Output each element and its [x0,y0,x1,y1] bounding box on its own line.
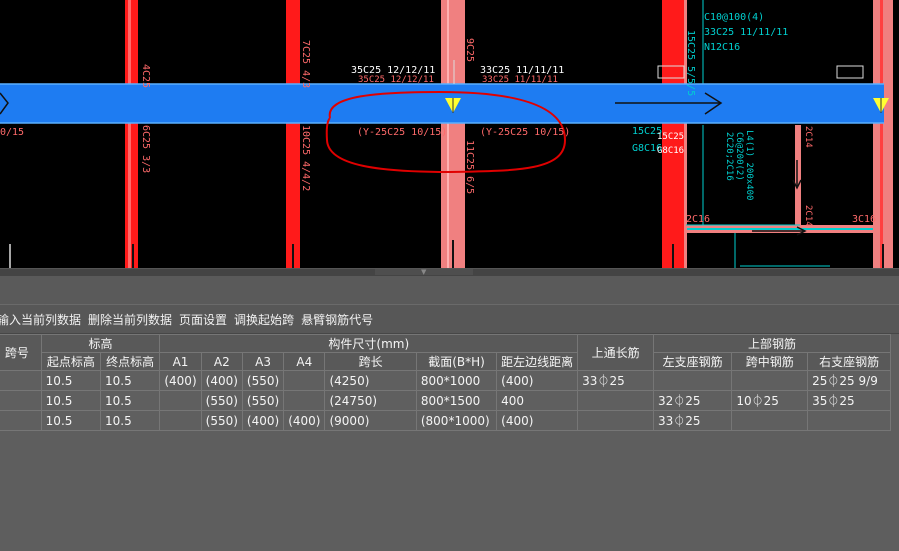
header-span-len: 跨长 [324,352,417,371]
page-setup-button[interactable]: 页面设置 [179,311,227,328]
header-a1: A1 [159,352,202,371]
cantilever-rebar-code-button[interactable]: 悬臂钢筋代号 [301,311,373,328]
label-col-6c25: 6C25 3/3 [140,125,151,173]
cell-top-through[interactable] [577,390,654,411]
cell-span[interactable] [0,390,42,411]
header-section: 截面(B*H) [415,352,498,371]
delete-current-column-button[interactable]: 删除当前列数据 [88,311,172,328]
cell-left-support[interactable] [652,370,733,391]
table-row: 10.5 10.5 (400) (400) (550) (4250) 800*1… [0,370,891,391]
cell-right-support[interactable] [807,410,891,431]
label-beam-l1: L4(1) 200x400 [744,130,754,200]
cell-right-support[interactable]: 25⏀25 9/9 [807,370,891,391]
header-a4: A4 [283,352,326,371]
cell-left-support[interactable]: 32⏀25 [652,390,733,411]
cell-dist-left[interactable]: (400) [496,410,579,431]
label-tr-2: 33C25 11/11/11 [704,27,788,38]
cell-top-through[interactable]: 33⏀25 [577,370,654,391]
cell-a4[interactable] [283,370,326,391]
header-a3: A3 [241,352,285,371]
cell-a2[interactable]: (400) [200,370,243,391]
header-member-size: 构件尺寸(mm) [159,334,579,353]
cell-mid-span[interactable]: 10⏀25 [731,390,809,411]
drawing-svg: 35C25 12/12/11 35C25 12/12/11 33C25 11/1… [0,0,893,268]
label-col-7c25: 7C25 4/3 [300,40,311,88]
cell-mid-span[interactable] [731,410,809,431]
header-end-elev: 终点标高 [100,352,161,371]
cell-a4[interactable] [283,390,326,411]
label-tr-3: N12C16 [704,42,740,53]
cell-span-len[interactable]: (24750) [324,390,417,411]
cell-start-elev[interactable]: 10.5 [40,390,102,411]
header-top-rebar: 上部钢筋 [652,334,892,353]
label-beam-l3: 2C20;2C16 [724,132,734,181]
cell-start-elev[interactable]: 10.5 [40,410,102,431]
header-start-elev: 起点标高 [40,352,102,371]
swap-start-span-button[interactable]: 调换起始跨 [234,311,294,328]
annotation-left: (Y-25C25 10/15) [357,127,447,138]
cell-right-support[interactable]: 35⏀25 [807,390,891,411]
label-col-9c25: 9C25 [464,38,475,62]
cell-span-len[interactable]: (4250) [324,370,417,391]
label-right-2c14b: 2C14 [803,205,813,227]
cell-a1[interactable]: (400) [159,370,202,391]
cell-section[interactable]: 800*1000 [415,370,498,391]
label-mid-cyan-4: G8C16 [657,146,684,156]
cell-start-elev[interactable]: 10.5 [40,370,102,391]
empty-toolbar-row [0,276,899,305]
header-left-support: 左支座钢筋 [652,352,733,371]
cell-section[interactable]: 800*1500 [415,390,498,411]
label-col-11c25: 11C25 6/5 [464,140,475,194]
cell-top-through[interactable] [577,410,654,431]
input-current-column-button[interactable]: 输入当前列数据 [0,311,81,328]
cell-span-len[interactable]: (9000) [324,410,417,431]
cell-span[interactable] [0,370,42,391]
beam-data-table: 跨号 标高 构件尺寸(mm) 上通长筋 上部钢筋 起点标高 终点标高 A1 A2… [0,334,899,551]
label-col-10c25: 10C25 4/4/2 [300,125,311,191]
table-row: 10.5 10.5 (550) (400) (400) (9000) (800*… [0,410,891,431]
chevron-down-icon[interactable]: ▼ [421,269,426,276]
label-right-2c14: 2C14 [803,126,813,148]
cell-left-support[interactable]: 33⏀25 [652,410,733,431]
cell-mid-span[interactable] [731,370,809,391]
header-top-through: 上通长筋 [577,334,654,371]
cell-a3[interactable]: (550) [241,370,285,391]
label-top-left-2: 35C25 12/12/11 [358,75,434,85]
header-dist-left: 距左边线距离 [496,352,579,371]
cell-a4[interactable]: (400) [283,410,326,431]
header-elevation: 标高 [40,334,161,353]
cell-span[interactable] [0,410,42,431]
cell-a1[interactable] [159,410,202,431]
cell-end-elev[interactable]: 10.5 [100,370,161,391]
panel-splitter[interactable]: ▼ [0,268,899,276]
header-a2: A2 [200,352,243,371]
cell-end-elev[interactable]: 10.5 [100,410,161,431]
cell-a1[interactable] [159,390,202,411]
label-right-2c16: 2C16 [686,214,710,225]
label-beam-l2: C6@200(2) [734,132,744,181]
header-right-support: 右支座钢筋 [807,352,891,371]
cell-a2[interactable]: (550) [200,390,243,411]
header-span-no: 跨号 [0,334,42,371]
label-col-4c25: 4C25 [140,64,151,88]
header-mid-span: 跨中钢筋 [731,352,809,371]
table-toolbar: 输入当前列数据 删除当前列数据 页面设置 调换起始跨 悬臂钢筋代号 [0,305,899,334]
cell-a3[interactable]: (550) [241,390,285,411]
label-col-15c25: 15C25 5/5/5 [685,30,696,96]
cell-dist-left[interactable]: 400 [496,390,579,411]
label-mid-cyan-3: 15C25 [657,132,684,142]
cell-a3[interactable]: (400) [241,410,285,431]
annotation-right: (Y-25C25 10/15) [480,127,570,138]
cell-section[interactable]: (800*1000) [415,410,498,431]
label-tr-1: C10@100(4) [704,12,764,23]
cell-dist-left[interactable]: (400) [496,370,579,391]
label-top-right-2: 33C25 11/11/11 [482,75,558,85]
cad-drawing-canvas[interactable]: 35C25 12/12/11 35C25 12/12/11 33C25 11/1… [0,0,899,268]
table-row: 10.5 10.5 (550) (550) (24750) 800*1500 4… [0,390,891,411]
cell-end-elev[interactable]: 10.5 [100,390,161,411]
label-edge-left: 0/15 [0,127,24,138]
cell-a2[interactable]: (550) [200,410,243,431]
label-right-3c16: 3C16 [852,214,876,225]
